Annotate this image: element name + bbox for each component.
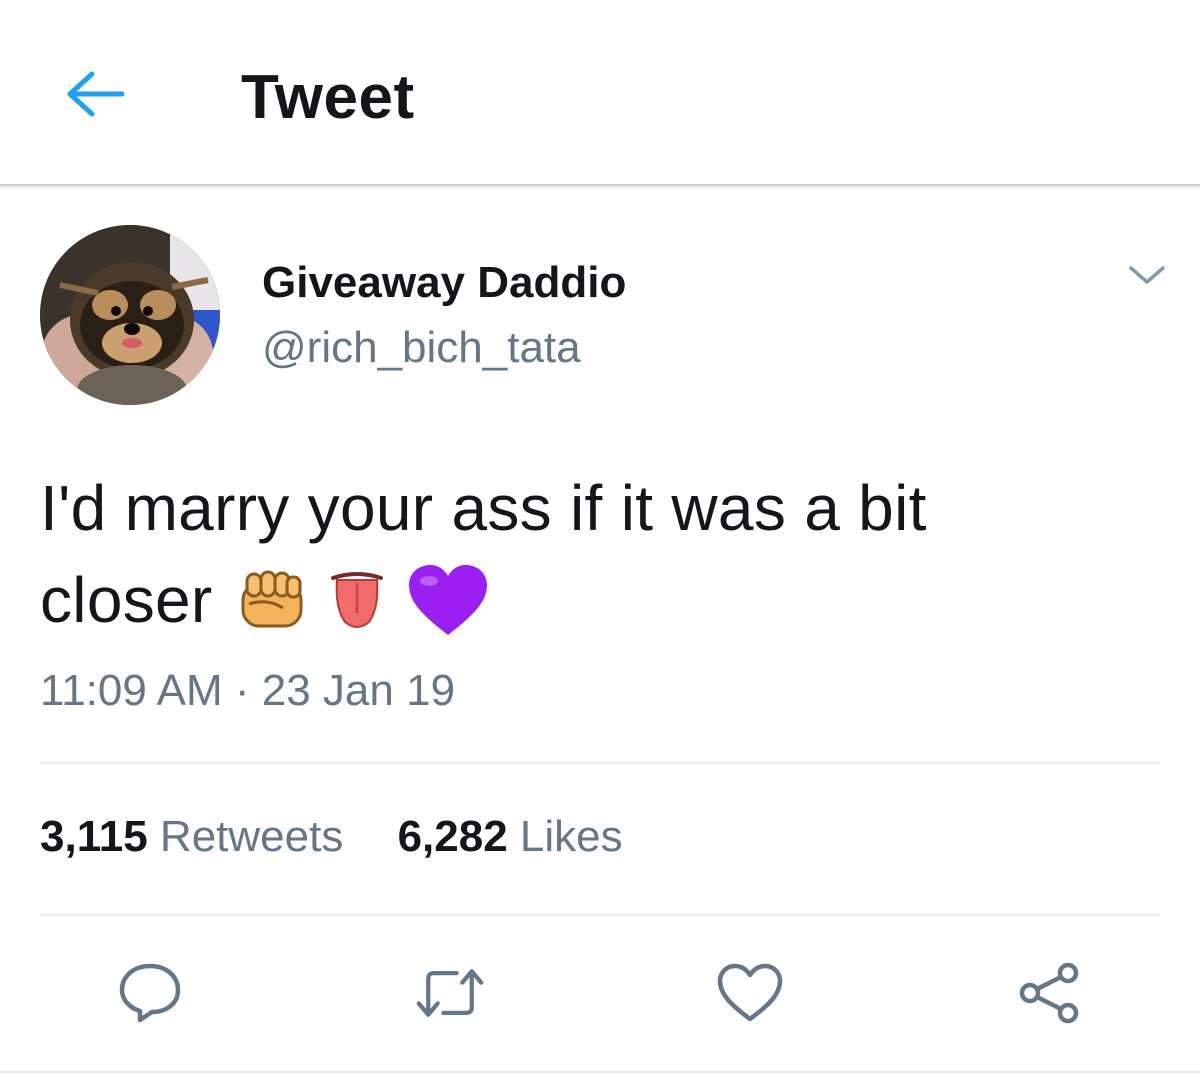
share-icon <box>1019 962 1079 1024</box>
engagement-stats: 3,115 Retweets 6,282 Likes <box>40 812 623 862</box>
like-icon <box>717 963 783 1022</box>
tongue-emoji <box>330 572 383 629</box>
share-button[interactable] <box>1015 958 1085 1028</box>
reply-button[interactable] <box>115 958 185 1028</box>
tweet-text-line: I'd marry your ass if it was a bit <box>40 472 927 544</box>
timestamp-separator: · <box>234 666 250 715</box>
retweets-label: Retweets <box>159 812 344 861</box>
likes-label: Likes <box>519 812 623 861</box>
retweet-icon <box>416 969 484 1017</box>
tweet-text-word: closer <box>40 564 213 636</box>
raised-fist-emoji <box>241 570 303 628</box>
header-divider <box>0 184 1200 190</box>
emoji-group <box>237 563 489 637</box>
divider <box>40 762 1160 764</box>
tweet-text: I'd marry your ass if it was a bit close… <box>40 462 1160 646</box>
back-arrow-icon <box>67 71 125 117</box>
bottom-divider <box>0 1071 1200 1073</box>
retweets-stat[interactable]: 3,115 Retweets <box>40 812 343 862</box>
top-app-bar: Tweet <box>0 0 1200 186</box>
avatar[interactable] <box>40 225 220 405</box>
tweet-time: 11:09 AM <box>40 666 223 715</box>
avatar-dog-photo <box>40 225 220 405</box>
likes-count: 6,282 <box>397 812 508 861</box>
tweet-detail-screen: Tweet Giveaway Daddio @rich_bich_tata I'… <box>0 0 1200 1079</box>
divider <box>40 914 1160 916</box>
author-display-name[interactable]: Giveaway Daddio <box>262 258 626 308</box>
tweet-timestamp[interactable]: 11:09 AM · 23 Jan 19 <box>40 666 455 716</box>
tweet-options-button[interactable] <box>1122 255 1172 295</box>
back-button[interactable] <box>60 66 130 122</box>
purple-heart-emoji <box>408 565 487 636</box>
reply-icon <box>119 963 181 1023</box>
page-title: Tweet <box>241 63 415 132</box>
tweet-date: 23 Jan 19 <box>261 666 456 715</box>
tweet-text-line: closer <box>40 554 1160 646</box>
retweet-button[interactable] <box>415 958 485 1028</box>
likes-stat[interactable]: 6,282 Likes <box>398 812 623 862</box>
like-button[interactable] <box>715 958 785 1028</box>
chevron-down-icon <box>1129 266 1165 284</box>
retweets-count: 3,115 <box>40 812 148 861</box>
author-handle[interactable]: @rich_bich_tata <box>262 323 581 373</box>
